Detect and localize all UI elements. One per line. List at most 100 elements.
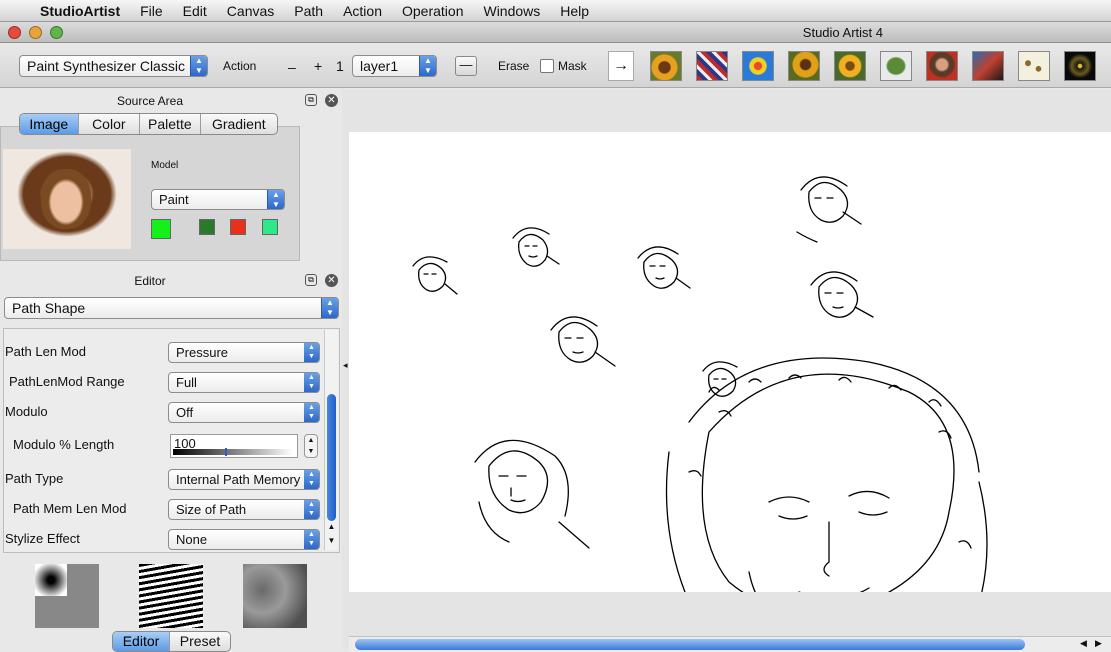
source-tabs: Image Color Palette Gradient [19,113,278,135]
select-arrows-icon: ▲ ▼ [304,373,319,392]
window-titlebar: Studio Artist 4 [0,22,1111,43]
detach-icon[interactable]: ⧉ [305,94,317,106]
small-face-sketch [412,256,458,295]
drawing-canvas[interactable] [349,132,1111,643]
menu-canvas[interactable]: Canvas [217,0,284,22]
editor-scrollbar[interactable]: ▲ ▼ [324,330,338,550]
fabric-preset-icon[interactable] [696,51,728,81]
param-value: Size of Path [176,502,247,517]
select-arrows-icon: ▲ ▼ [321,298,338,318]
layer-minus-button[interactable]: – [288,59,296,75]
sketch-drawing [412,176,988,643]
select-arrows-icon: ▲ ▼ [267,190,284,209]
param-label: Path Type [5,471,64,486]
sunflower-3-preset-icon[interactable] [834,51,866,81]
color-swatch-3[interactable] [230,219,246,235]
param-value: Pressure [176,345,229,360]
param-value: Off [176,405,194,420]
select-arrows-icon: ▲ ▼ [304,343,319,362]
menu-file[interactable]: File [130,0,173,22]
tab-color[interactable]: Color [79,114,141,134]
select-arrows-icon: ▲ ▼ [304,403,319,422]
brush-mask-thumbnail[interactable] [35,564,99,628]
menu-help[interactable]: Help [550,0,599,22]
color-swatch-2[interactable] [199,219,215,235]
tab-gradient[interactable]: Gradient [201,114,277,134]
path-type-select[interactable]: Internal Path Memory ▲ ▼ [168,469,320,490]
layer-select[interactable]: layer1 ▲ ▼ [352,55,437,77]
small-face-sketch [810,271,874,318]
dots-preset-icon[interactable] [1018,51,1050,81]
editor-section-select[interactable]: Path Shape ▲ ▼ [4,297,339,319]
menu-app[interactable]: StudioArtist [30,0,130,22]
model-select[interactable]: Paint ▲ ▼ [151,189,285,210]
kaleido-preset-icon[interactable] [742,51,774,81]
sunflower-2-preset-icon[interactable] [788,51,820,81]
param-label: PathLenMod Range [9,374,125,389]
scroll-right-arrow-icon[interactable]: ▶ [1095,638,1102,649]
portrait-preset-icon[interactable] [926,51,958,81]
select-arrows-icon: ▲ ▼ [304,500,319,519]
canvas-horizontal-scrollbar[interactable]: ◀ ▶ [349,636,1111,652]
modulo-select[interactable]: Off ▲ ▼ [168,402,320,423]
sunflower-preset-icon[interactable] [650,51,682,81]
color-swatch-1[interactable] [151,219,171,239]
canvas-scroll-thumb[interactable] [355,639,1025,650]
layer-options-button[interactable]: — [455,56,477,76]
stylize-effect-select[interactable]: None ▲ ▼ [168,529,320,550]
modulo-length-field[interactable]: 100 [170,434,298,458]
editor-scroll-thumb[interactable] [327,394,336,521]
editor-section-value: Path Shape [12,300,86,316]
leaf-preset-icon[interactable] [880,51,912,81]
param-label: Path Len Mod [5,344,86,359]
window-title: Studio Artist 4 [802,25,883,40]
fireworks-preset-icon[interactable] [1064,51,1096,81]
small-face-sketch [702,361,738,397]
modulo-gradient-bar [173,449,293,455]
param-label: Stylize Effect [5,531,80,546]
medium-face-sketch [474,439,590,549]
color-swatch-4[interactable] [262,219,278,235]
param-value: Full [176,375,197,390]
menu-windows[interactable]: Windows [473,0,550,22]
select-arrows-icon: ▲ ▼ [190,56,207,76]
close-icon[interactable]: ✕ [325,274,338,287]
menu-path[interactable]: Path [284,0,333,22]
layer-plus-button[interactable]: + [314,58,322,74]
close-icon[interactable]: ✕ [325,94,338,107]
brush-mask-dot [35,564,67,596]
tab-editor[interactable]: Editor [113,632,171,651]
tab-image[interactable]: Image [20,114,79,134]
param-label: Modulo [5,404,48,419]
brush-texture-thumbnail[interactable] [139,564,203,628]
tab-preset[interactable]: Preset [170,632,230,651]
path-len-mod-select[interactable]: Pressure ▲ ▼ [168,342,320,363]
tab-palette[interactable]: Palette [140,114,201,134]
pathlenmod-range-select[interactable]: Full ▲ ▼ [168,372,320,393]
mask-label: Mask [558,59,587,73]
source-area-title: Source Area [116,94,184,108]
menu-operation[interactable]: Operation [392,0,473,22]
arrow-icon[interactable]: → [608,51,634,81]
source-image-thumbnail[interactable] [3,149,131,249]
toolbar: Paint Synthesizer Classic ▲ ▼ Action – + … [0,44,1111,88]
synth-select[interactable]: Paint Synthesizer Classic ▲ ▼ [19,55,208,77]
path-mem-len-mod-select[interactable]: Size of Path ▲ ▼ [168,499,320,520]
modulo-stepper[interactable]: ▲ ▼ [304,434,318,458]
scroll-left-arrow-icon[interactable]: ◀ [1080,638,1087,649]
detach-icon[interactable]: ⧉ [305,274,317,286]
mask-checkbox[interactable] [540,59,554,73]
brush-noise-thumbnail[interactable] [243,564,307,628]
model-label: Model [151,160,179,171]
modulo-slider-marker[interactable] [225,448,227,456]
menu-action[interactable]: Action [333,0,392,22]
menu-edit[interactable]: Edit [173,0,217,22]
action-label: Action [223,59,257,73]
layer-number: 1 [336,58,344,74]
editor-bottom-tabs: Editor Preset [112,631,231,652]
scroll-up-arrow-icon[interactable]: ▲ [325,522,338,531]
param-label: Path Mem Len Mod [13,501,127,516]
scroll-down-arrow-icon[interactable]: ▼ [325,536,338,545]
synth-select-value: Paint Synthesizer Classic [27,58,185,74]
abstract-preset-icon[interactable] [972,51,1004,81]
